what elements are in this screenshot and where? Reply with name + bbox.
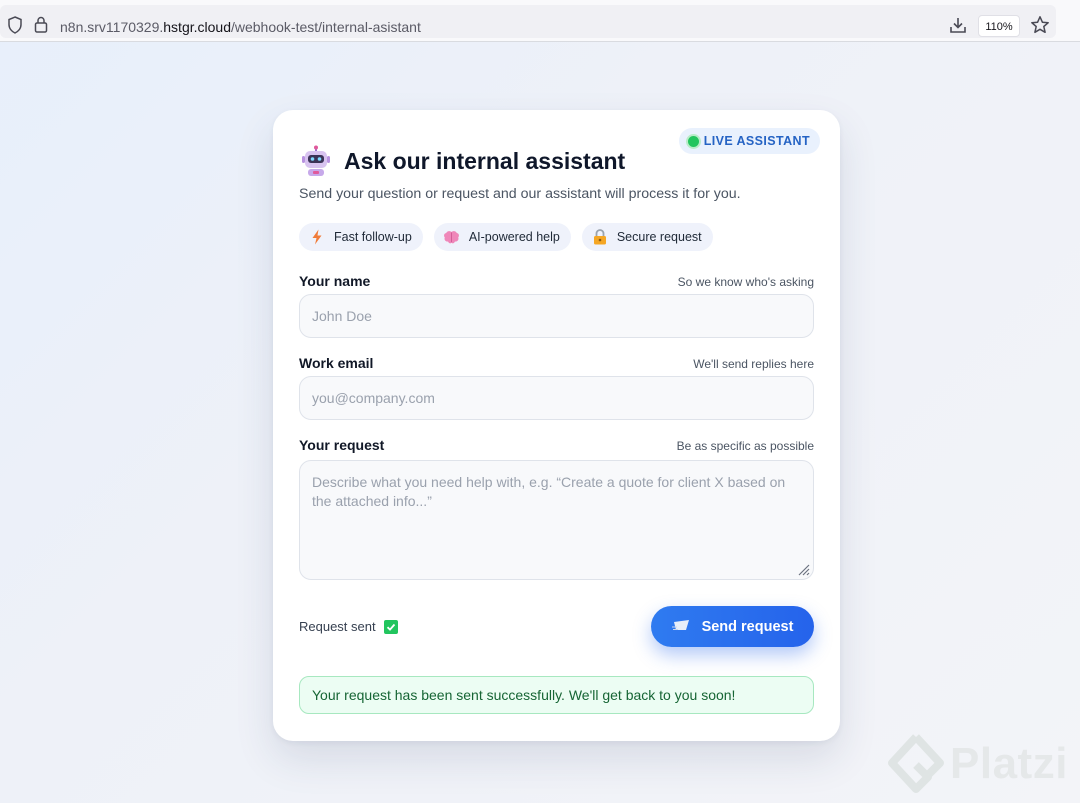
bookmark-star-icon[interactable] (1030, 15, 1050, 40)
url-text[interactable]: n8n.srv1170329.hstgr.cloud/webhook-test/… (60, 19, 421, 35)
request-label: Your request (299, 437, 385, 453)
lightning-icon (308, 228, 326, 246)
send-button-label: Send request (701, 618, 794, 635)
download-icon[interactable] (949, 16, 967, 39)
platzi-watermark: Platzi (888, 733, 1068, 795)
resize-handle-icon[interactable] (796, 562, 810, 581)
chip-label: Fast follow-up (334, 230, 412, 244)
platzi-logo-icon (888, 734, 944, 793)
email-hint: We'll send replies here (693, 357, 814, 371)
status-text: Request sent (299, 619, 376, 634)
request-status: Request sent (299, 619, 398, 634)
url-path: /webhook-test/internal-asistant (230, 19, 421, 35)
live-status-dot (687, 135, 699, 147)
brain-icon (443, 228, 461, 246)
url-domain: hstgr.cloud (163, 19, 231, 35)
name-hint: So we know who's asking (677, 275, 814, 289)
shield-icon[interactable] (7, 16, 23, 39)
address-bar[interactable]: n8n.srv1170329.hstgr.cloud/webhook-test/… (0, 5, 1056, 38)
request-field-header: Your request Be as specific as possible (299, 437, 814, 453)
chip-label: AI-powered help (468, 230, 560, 244)
chip-label: Secure request (616, 230, 702, 244)
email-input[interactable] (299, 376, 814, 420)
checkmark-icon (383, 619, 398, 634)
page-subtitle: Send your question or request and our as… (299, 186, 741, 202)
zoom-level-button[interactable]: 110% (978, 15, 1020, 37)
name-input[interactable] (299, 294, 814, 338)
url-prefix: n8n.srv1170329. (60, 19, 164, 35)
email-label: Work email (299, 355, 374, 371)
assistant-form-card: LIVE ASSISTANT Ask our internal assistan… (273, 110, 840, 741)
live-assistant-badge: LIVE ASSISTANT (678, 128, 820, 154)
chip-secure-request: Secure request (581, 223, 713, 251)
paper-plane-icon (671, 618, 690, 636)
request-textarea[interactable] (299, 460, 814, 580)
success-message: Your request has been sent successfully.… (299, 676, 814, 714)
chip-ai-powered-help: AI-powered help (433, 223, 571, 251)
card-header: Ask our internal assistant (300, 145, 625, 177)
robot-icon (300, 145, 332, 177)
watermark-text: Platzi (950, 739, 1068, 788)
feature-chips: Fast follow-up AI-powered help Secure re… (299, 223, 713, 251)
name-label: Your name (299, 273, 371, 289)
email-field-header: Work email We'll send replies here (299, 355, 814, 371)
chip-fast-follow-up: Fast follow-up (299, 223, 423, 251)
lock-icon (591, 228, 609, 246)
request-hint: Be as specific as possible (676, 439, 814, 453)
live-badge-label: LIVE ASSISTANT (703, 134, 810, 148)
lock-icon[interactable] (34, 16, 48, 38)
browser-toolbar: n8n.srv1170329.hstgr.cloud/webhook-test/… (0, 0, 1080, 42)
name-field-header: Your name So we know who's asking (299, 273, 814, 289)
send-request-button[interactable]: Send request (651, 606, 814, 647)
page-title: Ask our internal assistant (344, 147, 626, 174)
